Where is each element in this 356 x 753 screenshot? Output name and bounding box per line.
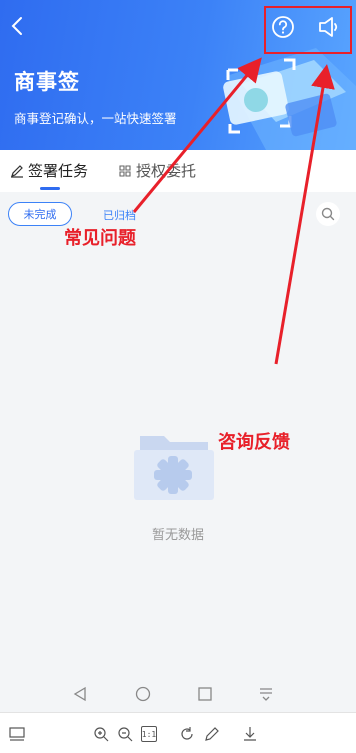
annotation-faq-label: 常见问题 [64, 228, 136, 249]
signature-illustration [223, 48, 356, 150]
empty-folder-icon [134, 436, 214, 500]
search-icon [321, 207, 335, 221]
system-navigation-bar [0, 676, 356, 712]
app-subtitle: 商事登记确认，一站快速签署 [14, 111, 177, 126]
tab-bar: 签署任务 授权委托 [0, 150, 356, 192]
document-grid-icon [119, 164, 131, 177]
status-filter-row: 未完成 已归档 [0, 200, 356, 230]
filter-archived[interactable]: 已归档 [103, 207, 136, 223]
recent-square-icon[interactable] [195, 684, 215, 704]
download-icon[interactable] [241, 725, 259, 743]
actual-size-icon[interactable]: 1:1 [141, 726, 157, 742]
zoom-in-icon[interactable] [92, 725, 110, 743]
tab-sign-tasks[interactable]: 签署任务 [10, 160, 88, 181]
back-button[interactable] [6, 14, 30, 38]
app-title: 商事签 [14, 70, 80, 94]
active-tab-indicator [40, 187, 60, 190]
rotate-icon[interactable] [178, 725, 196, 743]
screen-icon[interactable] [8, 725, 26, 743]
menu-down-icon[interactable] [256, 684, 276, 704]
zoom-out-icon[interactable] [116, 725, 134, 743]
filter-incomplete[interactable]: 未完成 [8, 202, 72, 226]
chevron-left-icon [11, 17, 22, 35]
pen-icon [11, 164, 23, 178]
viewer-toolbar: 1:1 [0, 712, 356, 753]
annotation-feedback-label: 咨询反馈 [218, 432, 290, 453]
tab-label: 签署任务 [28, 162, 89, 180]
tab-label: 授权委托 [136, 162, 197, 180]
home-circle-icon[interactable] [133, 684, 153, 704]
edit-pen-icon[interactable] [203, 725, 221, 743]
search-button[interactable] [316, 202, 340, 226]
tab-authorization[interactable]: 授权委托 [118, 160, 196, 181]
annotation-highlight-box [264, 6, 352, 54]
back-triangle-icon[interactable] [70, 684, 90, 704]
empty-state-text: 暂无数据 [151, 528, 204, 543]
